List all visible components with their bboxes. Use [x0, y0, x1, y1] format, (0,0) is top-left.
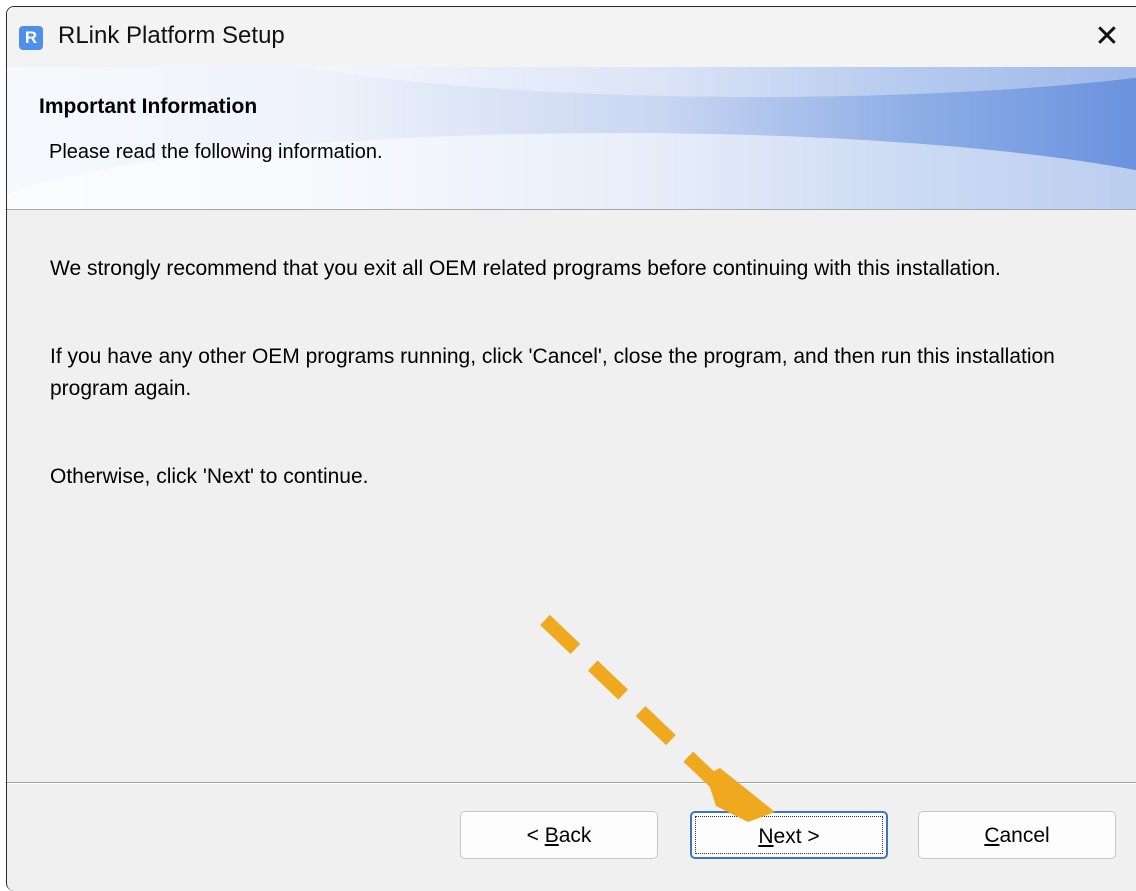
info-paragraph-3: Otherwise, click 'Next' to continue.: [50, 465, 369, 488]
cancel-button[interactable]: Cancel: [918, 811, 1116, 859]
footer-divider-highlight: [7, 783, 1136, 784]
next-button-label: Next >: [758, 825, 820, 848]
banner-subtitle: Please read the following information.: [49, 141, 383, 163]
banner-title: Important Information: [39, 95, 258, 118]
info-paragraph-2: If you have any other OEM programs runni…: [50, 345, 1055, 400]
info-content: We strongly recommend that you exit all …: [50, 253, 1110, 549]
close-button[interactable]: ✕: [1077, 7, 1136, 67]
title-bar[interactable]: R RLink Platform Setup ✕: [7, 7, 1136, 67]
setup-window: R RLink Platform Setup ✕ Important Infor…: [6, 6, 1136, 891]
header-banner: Important Information Please read the fo…: [7, 67, 1136, 210]
back-button-label: < Back: [526, 824, 592, 847]
app-icon: R: [19, 26, 43, 50]
back-button[interactable]: < Back: [460, 811, 658, 859]
info-paragraph-1: We strongly recommend that you exit all …: [50, 257, 1001, 280]
cancel-button-label: Cancel: [984, 824, 1050, 847]
window-title: RLink Platform Setup: [58, 22, 285, 49]
next-button[interactable]: Next >: [690, 811, 888, 859]
